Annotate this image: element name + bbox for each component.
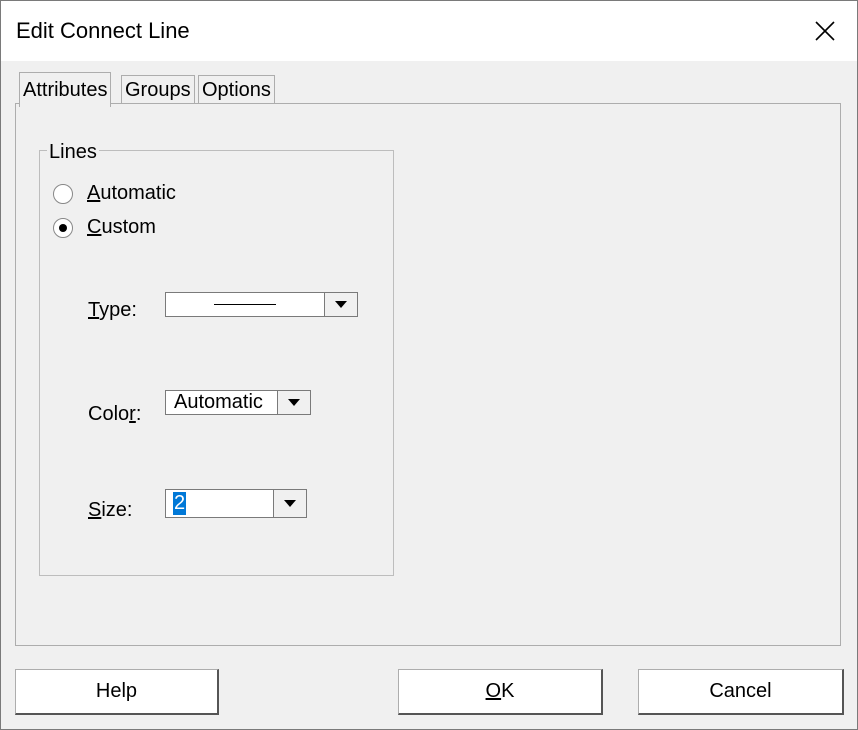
color-label: Color:: [88, 403, 142, 425]
help-button[interactable]: Help: [15, 669, 219, 715]
chevron-down-icon: [284, 500, 296, 507]
radio-automatic-circle[interactable]: [53, 183, 73, 204]
tab-groups-label: Groups: [125, 78, 191, 101]
color-dropdown[interactable]: Automatic: [165, 390, 311, 415]
radio-custom[interactable]: Custom: [53, 216, 156, 239]
type-label: Type:: [88, 299, 137, 321]
size-input[interactable]: 2: [166, 490, 273, 517]
close-button[interactable]: [793, 1, 857, 61]
close-icon: [815, 21, 835, 41]
tab-attributes[interactable]: Attributes: [19, 72, 112, 107]
radio-selected-dot: [59, 223, 67, 232]
help-button-label: Help: [95, 680, 138, 702]
tab-options-label: Options: [202, 78, 271, 101]
size-dropdown-button[interactable]: [273, 490, 306, 517]
radio-custom-circle[interactable]: [53, 217, 73, 238]
radio-automatic[interactable]: Automatic: [53, 182, 176, 205]
size-combobox[interactable]: 2: [165, 489, 307, 518]
chevron-down-icon: [335, 301, 347, 308]
radio-automatic-label: Automatic: [87, 182, 176, 204]
line-type-preview: [166, 293, 324, 316]
lines-group-legend: Lines: [47, 141, 99, 164]
tab-groups[interactable]: Groups: [121, 75, 195, 104]
color-dropdown-button[interactable]: [277, 391, 310, 414]
size-value: 2: [173, 492, 187, 515]
tab-attributes-label: Attributes: [23, 78, 108, 101]
size-label: Size:: [88, 499, 133, 521]
type-dropdown-button[interactable]: [324, 293, 357, 316]
chevron-down-icon: [288, 399, 300, 406]
ok-button[interactable]: OK: [398, 669, 603, 715]
radio-custom-label: Custom: [87, 216, 156, 238]
type-dropdown[interactable]: [165, 292, 358, 317]
title-bar: Edit Connect Line: [1, 1, 857, 61]
ok-button-label: OK: [485, 680, 515, 702]
color-dropdown-value: Automatic: [174, 391, 263, 413]
cancel-button-label: Cancel: [709, 680, 772, 702]
window-title: Edit Connect Line: [16, 18, 190, 43]
dialog-window: Edit Connect Line Attributes Groups Opti…: [0, 0, 858, 730]
cancel-button[interactable]: Cancel: [638, 669, 844, 715]
tab-options[interactable]: Options: [198, 75, 275, 104]
